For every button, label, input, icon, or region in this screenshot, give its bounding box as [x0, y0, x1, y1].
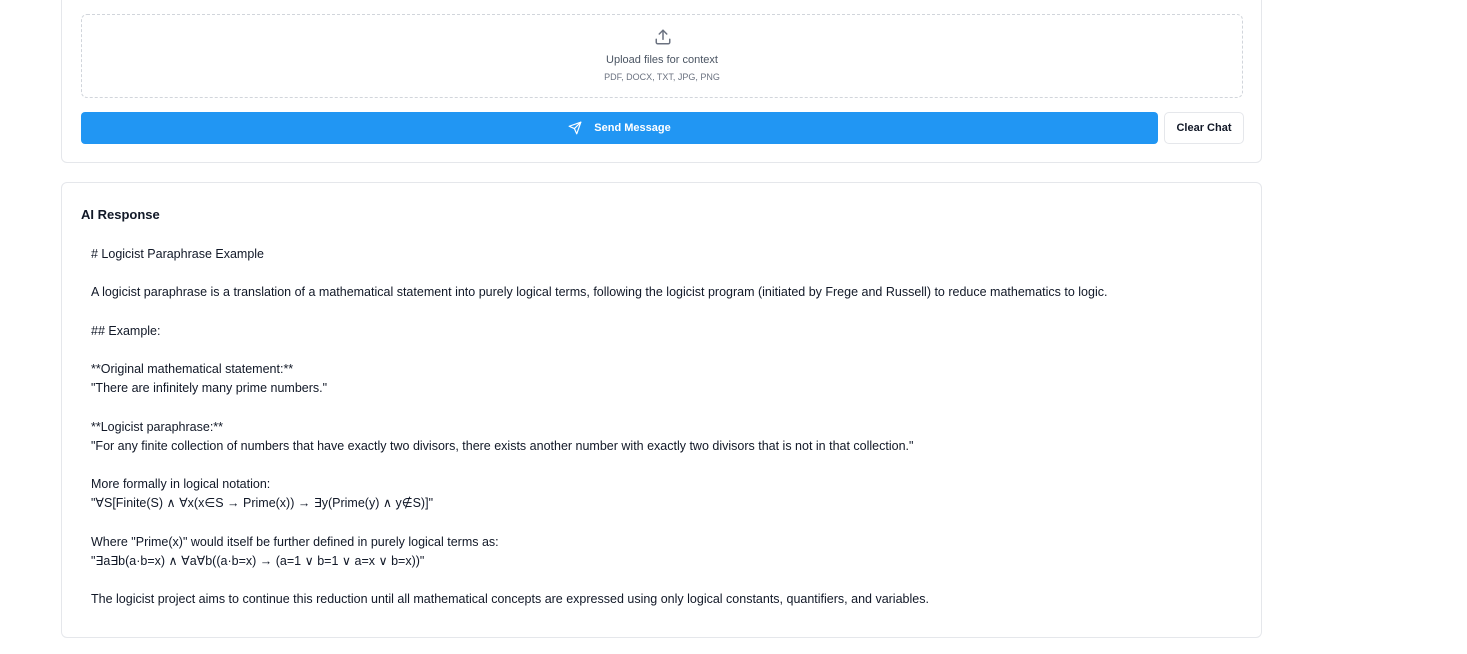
- response-line: ## Example:: [91, 323, 161, 338]
- response-line: [91, 399, 1241, 418]
- response-line: # Logicist Paraphrase Example: [91, 247, 265, 261]
- chat-input-card: Upload files for context PDF, DOCX, TXT,…: [61, 0, 1262, 163]
- response-line: "∃a∃b(a·b=x) ∧ ∀a∀b((a·b=x) → (a=1 ∨ b=1…: [91, 554, 425, 568]
- response-line: **Logicist paraphrase:**: [91, 419, 224, 434]
- response-line: [91, 303, 1241, 322]
- send-message-button[interactable]: Send Message: [81, 112, 1158, 144]
- response-body: # Logicist Paraphrase Example A logicist …: [91, 245, 1241, 610]
- response-line: [91, 341, 1241, 360]
- response-line: [91, 264, 1241, 283]
- file-upload-dropzone[interactable]: Upload files for context PDF, DOCX, TXT,…: [81, 14, 1243, 98]
- ai-response-card: AI Response # Logicist Paraphrase Exampl…: [61, 182, 1262, 638]
- response-line: A logicist paraphrase is a translation o…: [91, 285, 1108, 300]
- send-message-label: Send Message: [594, 122, 671, 134]
- response-line: **Original mathematical statement:**: [91, 362, 294, 377]
- response-line: [91, 514, 1241, 533]
- response-line: "There are infinitely many prime numbers…: [91, 381, 328, 396]
- response-line: "∀S[Finite(S) ∧ ∀x(x∈S → Prime(x)) → ∃y(…: [91, 496, 434, 511]
- response-line: The logicist project aims to continue th…: [91, 592, 929, 607]
- response-line: [91, 571, 1241, 590]
- clear-chat-button[interactable]: Clear Chat: [1164, 112, 1244, 144]
- response-line: "For any finite collection of numbers th…: [91, 438, 914, 453]
- response-line: More formally in logical notation:: [91, 477, 271, 492]
- upload-icon: [655, 29, 671, 45]
- response-line: Where "Prime(x)" would itself be further…: [91, 534, 499, 549]
- send-icon: [568, 121, 582, 135]
- upload-title: Upload files for context: [606, 54, 718, 66]
- upload-file-types: PDF, DOCX, TXT, JPG, PNG: [604, 72, 720, 82]
- response-title: AI Response: [81, 207, 160, 222]
- response-line: [91, 456, 1241, 475]
